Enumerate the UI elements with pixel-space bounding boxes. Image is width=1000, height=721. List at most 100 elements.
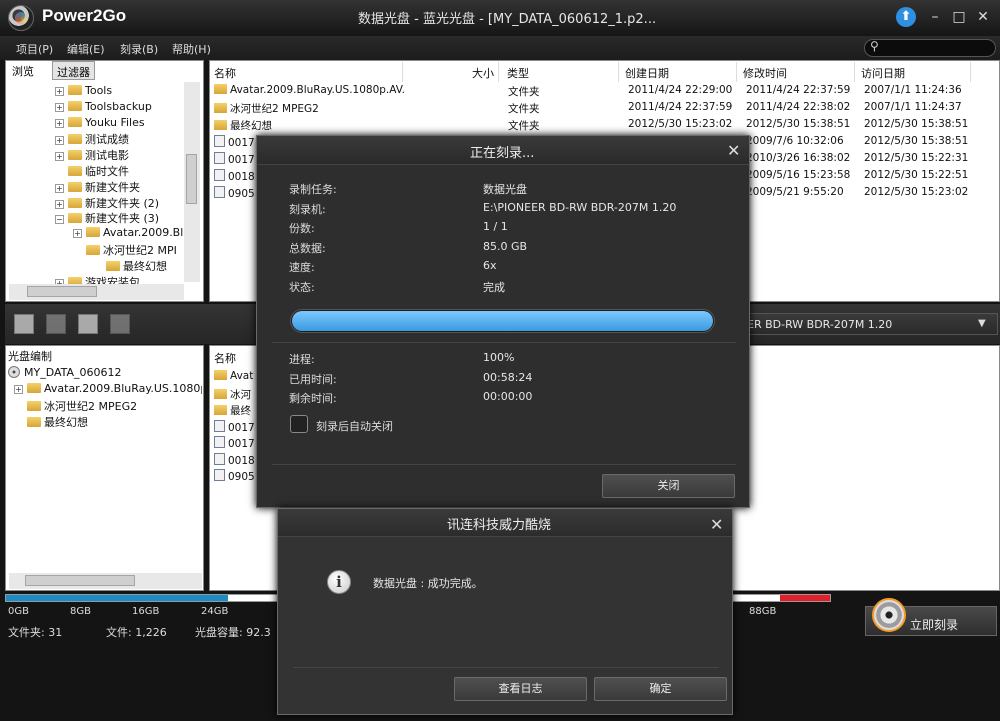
- tree-expander-icon[interactable]: +: [55, 199, 64, 209]
- file-name: Avatar.2009.BluRay.US.1080p.AV...: [230, 84, 404, 96]
- maximize-button[interactable]: □: [950, 8, 968, 26]
- table-row[interactable]: Avata: [214, 370, 254, 387]
- column-header-type[interactable]: 类型: [503, 62, 619, 82]
- capacity-label: 24GB: [201, 606, 229, 617]
- capacity-label: 8GB: [70, 606, 91, 617]
- menu-edit[interactable]: 编辑(E): [67, 41, 105, 57]
- ok-button[interactable]: 确定: [594, 677, 727, 701]
- folder-icon: [68, 213, 82, 224]
- tree-expander-icon[interactable]: +: [14, 385, 23, 394]
- tree-item[interactable]: + 新建文件夹 (2): [55, 195, 184, 211]
- tree-item[interactable]: + 测试成绩: [55, 131, 184, 147]
- column-header-name[interactable]: 名称: [210, 62, 403, 82]
- auto-close-checkbox[interactable]: [290, 415, 308, 433]
- search-icon: ⚲: [870, 39, 879, 53]
- disc-root[interactable]: MY_DATA_060612: [8, 366, 122, 379]
- tab-browse[interactable]: 浏览: [8, 61, 38, 80]
- capacity-label: 16GB: [132, 606, 160, 617]
- tree-item[interactable]: + Avatar.2009.Blu: [73, 226, 184, 242]
- menu-project[interactable]: 项目(P): [16, 41, 53, 57]
- tree-item[interactable]: 临时文件: [55, 163, 184, 179]
- close-window-button[interactable]: ✕: [974, 8, 992, 26]
- tree-expander-icon[interactable]: +: [55, 152, 64, 162]
- menu-burn[interactable]: 刻录(B): [120, 41, 158, 57]
- new-folder-icon[interactable]: [78, 314, 98, 334]
- tree-vertical-scrollbar[interactable]: [184, 82, 200, 282]
- tree-item[interactable]: + Toolsbackup: [55, 100, 184, 116]
- tree-item[interactable]: + 新建文件夹: [55, 179, 184, 195]
- view-log-button[interactable]: 查看日志: [454, 677, 587, 701]
- completion-dialog-title: 讯连科技威力酷烧: [447, 518, 552, 533]
- table-row[interactable]: 最终: [214, 403, 254, 420]
- disc-item[interactable]: + Avatar.2009.BluRay.US.1080p.A: [14, 382, 202, 398]
- search-input[interactable]: [864, 39, 996, 57]
- folder-icon: [27, 383, 41, 393]
- disc-horizontal-scrollbar[interactable]: [9, 573, 202, 589]
- close-dialog-button[interactable]: 关闭: [602, 474, 735, 498]
- column-header-size[interactable]: 大小: [403, 62, 499, 82]
- remove-file-icon[interactable]: [46, 314, 66, 334]
- file-icon: [214, 452, 225, 465]
- table-row[interactable]: 0017: [214, 419, 254, 437]
- disc-horizontal-scrollbar-thumb[interactable]: [25, 575, 135, 586]
- capacity-fill: [6, 595, 229, 601]
- tree-item[interactable]: 冰河世纪2 MPI: [73, 242, 184, 258]
- table-row[interactable]: 0018: [214, 452, 254, 470]
- file-modified-cell: 2012/5/30 15:38:51: [746, 118, 851, 130]
- tree-item-label: 新建文件夹 (3): [85, 212, 160, 226]
- tree-item-label: Youku Files: [85, 115, 145, 129]
- burn-disc-icon[interactable]: [872, 598, 906, 632]
- tree-horizontal-scrollbar-thumb[interactable]: [27, 286, 97, 297]
- tree-vertical-scrollbar-thumb[interactable]: [186, 154, 197, 204]
- burner-select[interactable]: ER BD-RW BDR-207M 1.20: [736, 313, 998, 335]
- info-value: 完成: [483, 281, 505, 294]
- column-header-accessed[interactable]: 访问日期: [857, 62, 971, 82]
- disc-icon: [8, 366, 20, 378]
- add-file-icon[interactable]: [14, 314, 34, 334]
- folder-icon: [214, 84, 227, 94]
- tree-expander-icon[interactable]: +: [55, 183, 64, 193]
- update-icon[interactable]: ⬆: [896, 7, 916, 27]
- tree-expander-icon[interactable]: +: [55, 102, 64, 112]
- table-row[interactable]: 冰河: [214, 387, 254, 404]
- table-row[interactable]: 最终幻想 文件夹 2012/5/30 15:23:02 2012/5/30 15:38…: [214, 118, 994, 135]
- status-files: 文件: 1,226: [106, 626, 167, 639]
- tree-expander-icon[interactable]: +: [73, 229, 82, 239]
- tree-horizontal-scrollbar[interactable]: [9, 284, 184, 300]
- table-row[interactable]: 0017: [214, 436, 254, 453]
- file-name-cell: 冰河世纪2 MPEG2: [214, 101, 404, 116]
- tree-item[interactable]: 最终幻想: [93, 258, 184, 274]
- file-name: 0018: [228, 171, 255, 183]
- tree-expander-icon[interactable]: +: [55, 136, 64, 146]
- folder-icon: [214, 120, 227, 130]
- minimize-button[interactable]: –: [926, 8, 944, 26]
- burn-progress-fill: [292, 311, 713, 331]
- folder-icon: [68, 134, 82, 145]
- tree-item[interactable]: + 测试电影: [55, 147, 184, 163]
- info-label: 速度:: [289, 261, 315, 275]
- close-icon[interactable]: ✕: [710, 515, 723, 534]
- tree-item[interactable]: + Tools: [55, 84, 184, 100]
- tree-expander-icon[interactable]: +: [55, 87, 64, 96]
- close-icon[interactable]: ✕: [727, 141, 740, 160]
- table-row[interactable]: 0905: [214, 469, 254, 486]
- tree-item[interactable]: − 新建文件夹 (3): [55, 210, 184, 226]
- table-row[interactable]: Avatar.2009.BluRay.US.1080p.AV... 文件夹 2011…: [214, 84, 994, 101]
- tab-filter[interactable]: 过滤器: [52, 61, 95, 80]
- properties-icon[interactable]: [110, 314, 130, 334]
- disc-item[interactable]: 最终幻想: [14, 414, 202, 430]
- info-label: 份数:: [289, 222, 315, 236]
- burn-now-label[interactable]: 立即刻录: [910, 616, 958, 633]
- tree-item[interactable]: + Youku Files: [55, 116, 184, 132]
- table-row[interactable]: 冰河世纪2 MPEG2 文件夹 2011/4/24 22:37:59 2011/4/2…: [214, 101, 994, 118]
- column-header-modified[interactable]: 修改时间: [739, 62, 855, 82]
- folder-icon: [214, 370, 227, 380]
- tree-expander-icon[interactable]: −: [55, 215, 64, 225]
- disc-item[interactable]: 冰河世纪2 MPEG2: [14, 398, 202, 414]
- column-header-created[interactable]: 创建日期: [621, 62, 737, 82]
- menu-help[interactable]: 帮助(H): [172, 41, 211, 57]
- auto-close-label[interactable]: 刻录后自动关闭: [316, 418, 393, 434]
- capacity-label: 88GB: [749, 606, 777, 617]
- chevron-down-icon[interactable]: ▼: [978, 318, 986, 329]
- tree-expander-icon[interactable]: +: [55, 118, 64, 128]
